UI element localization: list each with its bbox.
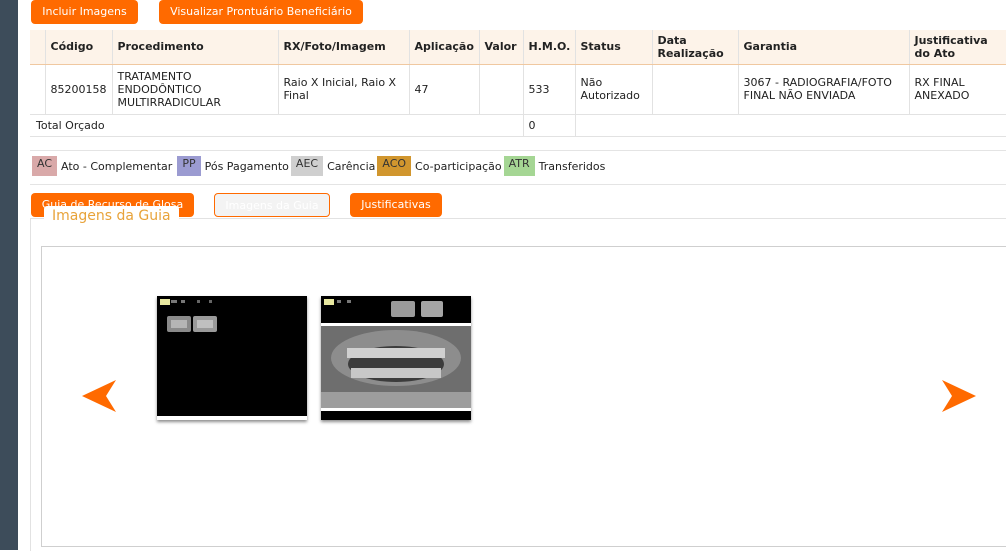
legend: AC Ato - Complementar PP Pós Pagamento A… bbox=[32, 156, 605, 176]
legend-chip-pp: PP bbox=[177, 156, 201, 176]
cell-justificativa: RX FINAL ANEXADO bbox=[909, 64, 1006, 115]
left-sidebar-edge bbox=[0, 0, 18, 550]
legend-chip-aec: AEC bbox=[290, 156, 324, 176]
cell-status: Não Autorizado bbox=[575, 64, 653, 115]
legend-chip-atr: ATR bbox=[503, 156, 535, 176]
legend-chip-ac: AC bbox=[32, 156, 58, 176]
cell-rx: Raio X Inicial, Raio X Final bbox=[278, 64, 410, 115]
arrow-right-icon[interactable] bbox=[940, 376, 980, 416]
header-justificativa: Justificativa do Ato bbox=[909, 30, 1006, 65]
table-header-row: Código Procedimento RX/Foto/Imagem Aplic… bbox=[30, 30, 1006, 65]
cell-procedimento: TRATAMENTO ENDODÔNTICO MULTIRRADICULAR bbox=[112, 64, 279, 115]
view-record-button[interactable]: Visualizar Prontuário Beneficiário bbox=[159, 0, 363, 24]
legend-label-pp: Pós Pagamento bbox=[204, 159, 289, 173]
header-valor: Valor bbox=[479, 30, 524, 65]
header-aplicacao: Aplicação bbox=[409, 30, 480, 65]
header-rx: RX/Foto/Imagem bbox=[278, 30, 410, 65]
panel-title: Imagens da Guia bbox=[44, 206, 179, 226]
legend-label-aec: Carência bbox=[327, 159, 376, 173]
header-status: Status bbox=[575, 30, 653, 65]
header-codigo: Código bbox=[45, 30, 113, 65]
header-procedimento: Procedimento bbox=[112, 30, 279, 65]
total-label: Total Orçado bbox=[30, 114, 524, 137]
header-garantia: Garantia bbox=[738, 30, 910, 65]
cell-data-realizacao bbox=[652, 64, 739, 115]
legend-label-atr: Transferidos bbox=[538, 159, 606, 173]
legend-label-aco: Co-participação bbox=[415, 159, 502, 173]
panoramic-xray-image bbox=[321, 296, 471, 420]
table-row[interactable]: 85200158 TRATAMENTO ENDODÔNTICO MULTIRRA… bbox=[30, 64, 1006, 115]
include-images-button[interactable]: Incluir Imagens bbox=[31, 0, 138, 24]
panoramic-xray-thumbnail[interactable] bbox=[321, 296, 471, 420]
divider bbox=[30, 150, 1006, 151]
arrow-left-icon[interactable] bbox=[78, 376, 118, 416]
cell-aplicacao: 47 bbox=[409, 64, 480, 115]
header-select bbox=[30, 30, 46, 65]
legend-chip-aco: ACO bbox=[377, 156, 412, 176]
cell-garantia: 3067 - RADIOGRAFIA/FOTO FINAL NÃO ENVIAD… bbox=[738, 64, 910, 115]
total-empty bbox=[575, 114, 1006, 137]
row-select-cell[interactable] bbox=[30, 64, 46, 115]
tab-justificativas-button[interactable]: Justificativas bbox=[350, 193, 442, 217]
divider bbox=[30, 184, 1006, 185]
cell-valor bbox=[479, 64, 524, 115]
procedures-table: Código Procedimento RX/Foto/Imagem Aplic… bbox=[30, 30, 1006, 137]
header-data-realizacao: Data Realização bbox=[652, 30, 739, 65]
legend-label-ac: Ato - Complementar bbox=[61, 159, 173, 173]
xray-image bbox=[157, 296, 307, 420]
cell-hmo: 533 bbox=[523, 64, 576, 115]
total-hmo: 0 bbox=[523, 114, 576, 137]
xray-thumbnail[interactable] bbox=[157, 296, 307, 420]
tab-imagens-button[interactable]: Imagens da Guia bbox=[214, 193, 330, 217]
total-row: Total Orçado 0 bbox=[30, 114, 1006, 137]
cell-codigo: 85200158 bbox=[45, 64, 113, 115]
header-hmo: H.M.O. bbox=[523, 30, 576, 65]
